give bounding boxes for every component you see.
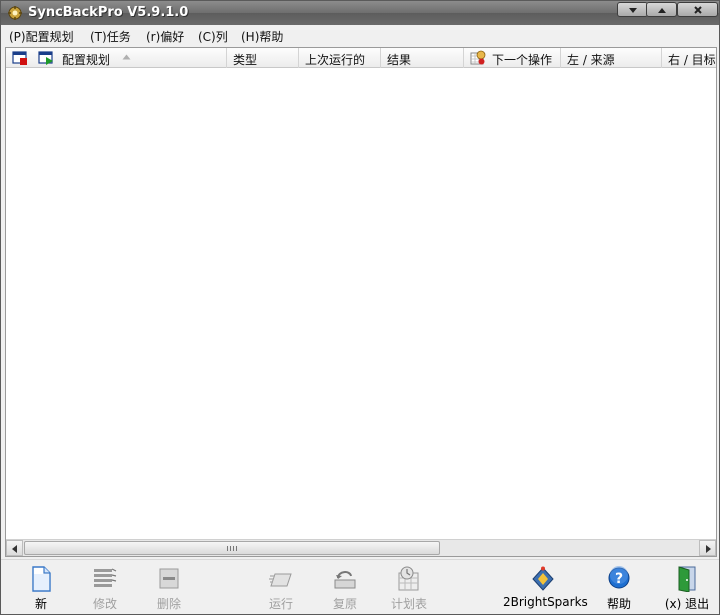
column-label-type: 类型: [233, 53, 258, 67]
scroll-thumb[interactable]: [24, 541, 440, 555]
column-header-destination[interactable]: 右 / 目标: [662, 48, 716, 68]
help-icon: ?: [608, 566, 630, 589]
new-label: 新: [34, 597, 47, 611]
svg-text:?: ?: [615, 571, 623, 587]
profile-list[interactable]: 配置规划 类型 上次运行的 结果 下一个操作 左 / 来源 右 / 目标: [5, 47, 717, 557]
menu-columns[interactable]: (C)列: [198, 28, 228, 45]
menu-help[interactable]: (H)帮助: [241, 28, 283, 45]
close-button[interactable]: [677, 2, 718, 17]
list-header: 配置规划 类型 上次运行的 结果 下一个操作 左 / 来源 右 / 目标: [6, 48, 716, 68]
column-label-destination: 右 / 目标: [668, 53, 716, 67]
column-label-source: 左 / 来源: [567, 53, 615, 67]
menu-task[interactable]: (T)任务: [90, 28, 131, 45]
close-icon: [694, 6, 702, 14]
run-button[interactable]: 运行: [249, 564, 313, 612]
profile-stop-icon: [12, 51, 27, 65]
column-header-last-run[interactable]: 上次运行的: [299, 48, 381, 68]
delete-icon: [159, 568, 179, 589]
column-header-type[interactable]: 类型: [227, 48, 299, 68]
app-window: SyncBackPro V5.9.1.0 (P)配置规划 (T)任务 (r)偏好…: [0, 0, 720, 615]
arrow-left-icon: [12, 545, 17, 553]
horizontal-scrollbar[interactable]: [6, 539, 716, 556]
scheduler-icon: [470, 50, 486, 65]
delete-button[interactable]: 删除: [137, 564, 201, 612]
minimize-icon: [629, 8, 637, 13]
window-title: SyncBackPro V5.9.1.0: [28, 5, 189, 20]
help-button[interactable]: ? 帮助: [587, 564, 651, 612]
new-document-icon: [32, 566, 51, 592]
column-label-next-run: 下一个操作: [492, 53, 553, 67]
brightsparks-label: 2BrightSparks: [503, 595, 588, 609]
column-label-last-run: 上次运行的: [305, 53, 366, 67]
brightsparks-logo-icon: [532, 566, 554, 591]
brightsparks-button[interactable]: 2BrightSparks: [503, 564, 588, 612]
menu-bar: (P)配置规划 (T)任务 (r)偏好 (C)列 (H)帮助: [1, 25, 719, 47]
restore-icon: [334, 571, 356, 589]
maximize-icon: [658, 8, 666, 13]
title-bar[interactable]: SyncBackPro V5.9.1.0: [1, 1, 719, 25]
column-header-source[interactable]: 左 / 来源: [561, 48, 662, 68]
column-label-profile: 配置规划: [62, 53, 111, 67]
sort-ascending-icon: [122, 54, 131, 60]
modify-label: 修改: [92, 597, 117, 611]
exit-button[interactable]: (x) 退出: [655, 564, 719, 612]
column-header-profile[interactable]: 配置规划: [6, 48, 227, 68]
bottom-toolbar: 新 修改 删除 运行 复原 计划表 2BrightSparks ? 帮助 (x)…: [1, 559, 719, 614]
list-body[interactable]: [6, 68, 716, 540]
app-logo-icon: [8, 6, 22, 20]
schedule-label: 计划表: [390, 597, 427, 611]
column-header-result[interactable]: 结果: [381, 48, 464, 68]
minimize-button[interactable]: [617, 2, 648, 17]
scroll-right-button[interactable]: [699, 540, 716, 556]
menu-preferences[interactable]: (r)偏好: [146, 28, 184, 45]
schedule-icon: [398, 566, 419, 591]
arrow-right-icon: [706, 545, 711, 553]
modify-button[interactable]: 修改: [73, 564, 137, 612]
delete-label: 删除: [156, 597, 181, 611]
exit-label: (x) 退出: [664, 597, 710, 611]
menu-profile[interactable]: (P)配置规划: [9, 28, 74, 45]
schedule-button[interactable]: 计划表: [377, 564, 441, 612]
modify-list-icon: [94, 568, 117, 587]
scroll-grip: [227, 546, 237, 551]
new-button[interactable]: 新: [9, 564, 73, 612]
help-label: 帮助: [606, 597, 631, 611]
maximize-button[interactable]: [646, 2, 677, 17]
run-label: 运行: [268, 597, 293, 611]
column-label-result: 结果: [387, 53, 412, 67]
run-icon: [269, 573, 292, 587]
exit-door-icon: [678, 566, 696, 592]
restore-label: 复原: [332, 597, 357, 611]
scroll-left-button[interactable]: [6, 540, 23, 556]
profile-run-icon: [38, 51, 53, 65]
restore-button[interactable]: 复原: [313, 564, 377, 612]
column-header-next-run[interactable]: 下一个操作: [464, 48, 561, 68]
